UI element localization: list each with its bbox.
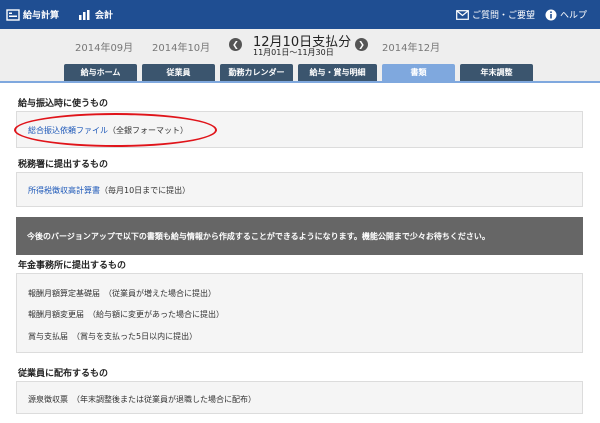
help-label: ヘルプ	[560, 11, 588, 21]
tab-year-end-adjustment[interactable]: 年末調整	[460, 64, 533, 81]
main-tabs: 給与ホーム 従業員 勤務カレンダー 給与・賞与明細 書類 年末調整	[0, 64, 600, 83]
upcoming-features-banner: 今後のバージョンアップで以下の書類も給与情報から作成することができるようになりま…	[16, 217, 583, 255]
withholding-tax-form-link[interactable]: 所得税徴収高計算書	[28, 186, 100, 195]
employee-box: 源泉徴収票 （年末調整後または従業員が退職した場合に配布）	[16, 381, 583, 414]
tax-office-box: 所得税徴収高計算書（毎月10日までに提出）	[16, 172, 583, 207]
month-next[interactable]: 2014年12月	[382, 39, 440, 54]
month-prev[interactable]: 2014年10月	[152, 39, 210, 54]
prev-month-button[interactable]: ❮	[229, 38, 242, 51]
payroll-app-link[interactable]: 給与計算	[6, 0, 59, 29]
tab-work-calendar[interactable]: 勤務カレンダー	[220, 64, 293, 81]
mail-icon	[456, 9, 469, 20]
info-icon	[545, 9, 557, 20]
pension-item-base-report: 報酬月額算定基礎届 （従業員が増えた場合に提出）	[28, 289, 216, 298]
current-pay-period-range: 11月01日〜11月30日	[253, 48, 334, 57]
top-navigation-bar: 給与計算 会計 ご質問・ご要望 ヘルプ	[0, 0, 600, 29]
month-prev-prev[interactable]: 2014年09月	[75, 39, 133, 54]
tab-payroll-home[interactable]: 給与ホーム	[64, 64, 137, 81]
payroll-app-label: 給与計算	[23, 11, 60, 21]
bank-transfer-section-title: 給与振込時に使うもの	[18, 99, 109, 109]
employee-item-withholding-slip: 源泉徴収票 （年末調整後または従業員が退職した場合に配布）	[28, 395, 256, 404]
contact-label: ご質問・ご要望	[472, 11, 536, 21]
chevron-left-icon: ❮	[232, 40, 239, 49]
contact-link[interactable]: ご質問・ご要望	[456, 0, 535, 29]
employee-section-title: 従業員に配布するもの	[18, 369, 109, 379]
tab-employees[interactable]: 従業員	[142, 64, 215, 81]
pension-office-box: 報酬月額算定基礎届 （従業員が増えた場合に提出） 報酬月額変更届 （給与額に変更…	[16, 273, 583, 353]
withholding-tax-note: （毎月10日までに提出）	[100, 186, 191, 195]
help-link[interactable]: ヘルプ	[545, 0, 587, 29]
pension-item-bonus-report: 賞与支払届 （賞与を支払った5日以内に提出）	[28, 332, 198, 341]
period-selector: 2014年09月 2014年10月 ❮ 12月10日支払分 11月01日〜11月…	[0, 29, 600, 64]
tab-documents[interactable]: 書類	[382, 64, 455, 81]
highlight-circle	[14, 113, 217, 147]
pension-item-change-report: 報酬月額変更届 （給与額に変更があった場合に提出）	[28, 310, 224, 319]
chevron-right-icon: ❯	[358, 40, 365, 49]
tax-office-section-title: 税務署に提出するもの	[18, 160, 109, 170]
accounting-icon	[79, 9, 90, 20]
tax-office-row: 所得税徴収高計算書（毎月10日までに提出）	[28, 185, 190, 196]
accounting-app-label: 会計	[95, 11, 114, 21]
payroll-icon	[6, 8, 20, 21]
accounting-app-link[interactable]: 会計	[78, 0, 113, 29]
pension-office-section-title: 年金事務所に提出するもの	[18, 261, 127, 271]
tab-payslips[interactable]: 給与・賞与明細	[298, 64, 377, 81]
next-month-button[interactable]: ❯	[355, 38, 368, 51]
